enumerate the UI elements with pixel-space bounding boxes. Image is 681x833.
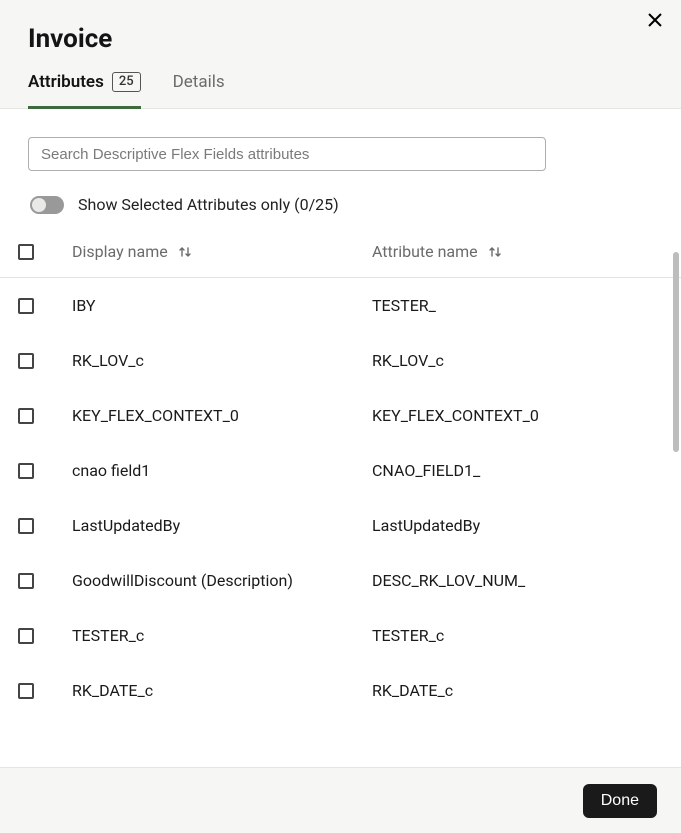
table-row: TESTER_c TESTER_c: [0, 608, 681, 663]
tab-details-label: Details: [173, 72, 225, 92]
display-name-cell: cnao field1: [72, 461, 150, 480]
row-checkbox[interactable]: [18, 353, 34, 369]
tab-attributes-badge: 25: [112, 72, 141, 92]
tab-details[interactable]: Details: [173, 72, 225, 109]
display-name-cell: RK_LOV_c: [72, 351, 144, 370]
table-row: KEY_FLEX_CONTEXT_0 KEY_FLEX_CONTEXT_0: [0, 388, 681, 443]
show-selected-toggle[interactable]: [30, 196, 64, 214]
table-row: LastUpdatedBy LastUpdatedBy: [0, 498, 681, 553]
row-checkbox[interactable]: [18, 573, 34, 589]
attribute-name-cell: DESC_RK_LOV_NUM_: [372, 571, 525, 590]
done-button[interactable]: Done: [583, 784, 657, 818]
attribute-name-cell: KEY_FLEX_CONTEXT_0: [372, 406, 539, 425]
row-checkbox[interactable]: [18, 408, 34, 424]
attribute-name-cell: TESTER_c: [372, 626, 444, 645]
page-title: Invoice: [0, 8, 681, 72]
close-icon[interactable]: [645, 10, 665, 30]
sort-icon-attribute[interactable]: [488, 245, 502, 259]
table-row: IBY TESTER_: [0, 278, 681, 333]
content-region: Show Selected Attributes only (0/25): [0, 109, 681, 214]
toggle-label: Show Selected Attributes only (0/25): [78, 195, 339, 214]
table-row: RK_LOV_c RK_LOV_c: [0, 333, 681, 388]
row-checkbox[interactable]: [18, 683, 34, 699]
table-row: RK_DATE_c RK_DATE_c: [0, 663, 681, 718]
attributes-table: Display name Attribute name IBY TESTER_ RK…: [0, 232, 681, 748]
row-checkbox[interactable]: [18, 518, 34, 534]
table-header: Display name Attribute name: [0, 232, 681, 278]
display-name-cell: LastUpdatedBy: [72, 516, 180, 535]
table-row: cnao field1 CNAO_FIELD1_: [0, 443, 681, 498]
toggle-knob: [32, 198, 46, 212]
column-header-attribute: Attribute name: [372, 242, 478, 261]
table-row: GoodwillDiscount (Description) DESC_RK_LO…: [0, 553, 681, 608]
display-name-cell: TESTER_c: [72, 626, 144, 645]
scrollbar-thumb[interactable]: [673, 252, 679, 452]
attribute-name-cell: TESTER_: [372, 296, 436, 315]
display-name-cell: RK_DATE_c: [72, 681, 153, 700]
sort-icon-display[interactable]: [178, 245, 192, 259]
display-name-cell: KEY_FLEX_CONTEXT_0: [72, 406, 239, 425]
search-input[interactable]: [28, 137, 546, 171]
row-checkbox[interactable]: [18, 628, 34, 644]
attribute-name-cell: RK_DATE_c: [372, 681, 453, 700]
tab-attributes[interactable]: Attributes 25: [28, 72, 141, 109]
toggle-row: Show Selected Attributes only (0/25): [30, 195, 653, 214]
display-name-cell: GoodwillDiscount (Description): [72, 571, 293, 590]
display-name-cell: IBY: [72, 296, 96, 315]
attribute-name-cell: LastUpdatedBy: [372, 516, 480, 535]
tabs: Attributes 25 Details: [0, 72, 681, 108]
select-all-checkbox[interactable]: [18, 244, 34, 260]
row-checkbox[interactable]: [18, 463, 34, 479]
table-body: IBY TESTER_ RK_LOV_c RK_LOV_c KEY_FLEX_CONTE…: [0, 278, 681, 748]
tab-attributes-label: Attributes: [28, 72, 104, 92]
footer: Done: [0, 767, 681, 833]
column-header-display: Display name: [72, 242, 168, 261]
header-region: Invoice Attributes 25 Details: [0, 0, 681, 109]
attribute-name-cell: CNAO_FIELD1_: [372, 461, 480, 480]
attribute-name-cell: RK_LOV_c: [372, 351, 444, 370]
row-checkbox[interactable]: [18, 298, 34, 314]
